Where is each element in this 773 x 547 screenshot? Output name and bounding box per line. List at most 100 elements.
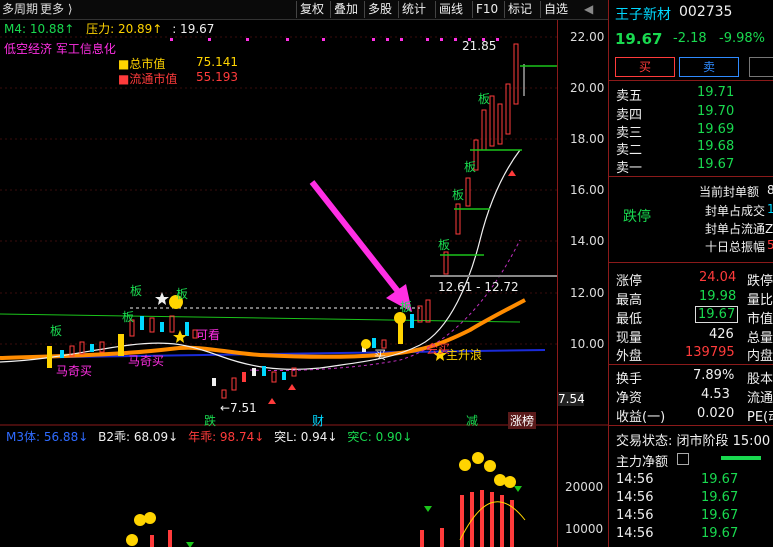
limit-up-tag: 板 [400,300,413,314]
range-label: 12.61 - 12.72 [438,280,519,294]
high-label: 21.85 [462,39,497,53]
tick-price: 19.67 [701,508,739,523]
limit-up-tag: 板 [176,287,189,301]
overlay-button[interactable]: 叠加 [330,1,361,18]
limit-up-tag: 板 [464,160,477,174]
period-button[interactable]: 多周期 [2,0,38,19]
sub-indicator-legend: M3体: 56.88↓ B2乖: 68.09↓ 年乖: 98.74↓ 突L: 0… [6,428,412,445]
buy-signal-label: 买 [374,348,387,362]
limit-up-tag: 板 [130,284,143,298]
draw-line-button[interactable]: 画线 [435,1,466,18]
price-tick: 10.00 [570,337,605,351]
stat-value: 24.04 [699,270,737,285]
stat-label: 跌停 [747,274,773,289]
limit-markers [440,65,557,256]
more-button[interactable]: 更多 ⟩ [40,0,73,19]
trade-status: 交易状态: 闭市阶段 15:00 [616,434,771,449]
stat-label: 收益(一) [616,410,666,425]
stat-label: 量比 [747,293,773,308]
ask-label: 卖一 [616,161,643,176]
watch-signal-label: 可看 [196,328,221,342]
divider [609,80,773,81]
mark-button[interactable]: 标记 [504,1,535,18]
divider [609,425,773,426]
price-tick: 12.00 [570,286,605,300]
restore-rights-button[interactable]: 复权 [296,1,327,18]
tick-time: 14:56 [616,490,654,505]
event-tag[interactable]: 涨榜 [508,412,537,429]
ask-price: 19.68 [697,139,735,154]
concept-label: 低空经济 军工信息化 [4,42,116,56]
stat-value: 139795 [685,345,735,360]
volume-bars [150,490,514,547]
stat-label: PE(动 [747,410,773,425]
price-change: -2.18 [673,31,707,46]
buy-button[interactable]: 买 [615,57,675,77]
main-wave-label: 主升浪 [446,348,483,362]
f10-button[interactable]: F10 [472,1,501,18]
pressure-dots [170,38,499,41]
seal-float-label: 封单占流通Z [705,222,773,236]
tick-time: 14:56 [616,526,654,541]
ask-label: 卖五 [616,89,643,104]
total-mv-value: 75.141 [196,55,238,69]
flow-bar [721,456,761,460]
event-tag[interactable]: 减 [466,412,478,429]
stock-name: 王子新材 [615,7,671,23]
stat-label: 流通 [747,391,773,406]
support-line [0,313,521,323]
event-tag[interactable]: 跌 [204,412,216,429]
stat-value: 7.89% [693,368,735,383]
indicator-legend: M4: 10.88↑ 压力: 20.89↑ : 19.67 [4,20,214,37]
limit-up-tag: 板 [438,238,451,252]
stat-label: 涨停 [616,274,643,289]
stat-value: 19.67 [695,306,739,323]
divider [609,364,773,365]
grid [0,36,557,345]
float-mv-label: ■流通市值 [118,72,178,86]
m4-label: M4: 10.88↑ [4,22,75,36]
sell-button[interactable]: 卖 [679,57,739,77]
price-change-pct: -9.98% [719,31,765,46]
buy-signal-label: 马奇买 [56,364,93,378]
event-tag[interactable]: 财 [312,412,324,429]
stat-label: 总量 [747,331,773,346]
axis-separator [557,20,558,547]
stat-label: 现量 [616,331,643,346]
statistics-button[interactable]: 统计 [398,1,429,18]
scroll-right-icon[interactable]: ◀ [584,0,593,19]
float-mv-value: 55.193 [196,70,238,84]
year-label: 年乖: 98.74↓ [188,430,265,444]
price-tick: 18.00 [570,132,605,146]
main-flow-label: 主力净额 [616,455,669,470]
extra-button[interactable] [749,57,773,77]
candles [47,43,525,399]
volume-tick: 10000 [565,522,604,536]
ask-price: 19.67 [697,157,735,172]
stat-value: 19.98 [699,289,737,304]
multi-stock-button[interactable]: 多股 [364,1,395,18]
tick-time: 14:56 [616,508,654,523]
stat-label: 股本 [747,372,773,387]
divider [609,176,773,177]
stat-label: 最高 [616,293,643,308]
list-icon[interactable] [677,453,689,465]
seal-turnover-value: 1 [767,202,773,216]
seal-amount-label: 当前封单额 [699,185,760,199]
current-price-tag: 7.54 [558,392,585,406]
last-price: 19.67 [615,30,663,48]
third-indicator-label: : 19.67 [172,22,215,36]
ask-label: 卖二 [616,143,643,158]
watchlist-button[interactable]: 自选 [540,1,571,18]
tick-price: 19.67 [701,490,739,505]
stat-label: 换手 [616,372,643,387]
break-c-label: 突C: 0.90↓ [347,430,413,444]
break-l-label: 突L: 0.94↓ [274,430,338,444]
limit-up-tag: 板 [50,324,63,338]
toolbar: 多周期 更多 ⟩ 复权 叠加 多股 统计 画线 F10 标记 自选 ◀ [0,0,608,20]
price-tick: 20.00 [570,81,605,95]
stat-label: 内盘 [747,349,773,364]
ask-price: 19.70 [697,104,735,119]
limit-up-tag: 板 [452,188,465,202]
volume-tick: 20000 [565,480,604,494]
